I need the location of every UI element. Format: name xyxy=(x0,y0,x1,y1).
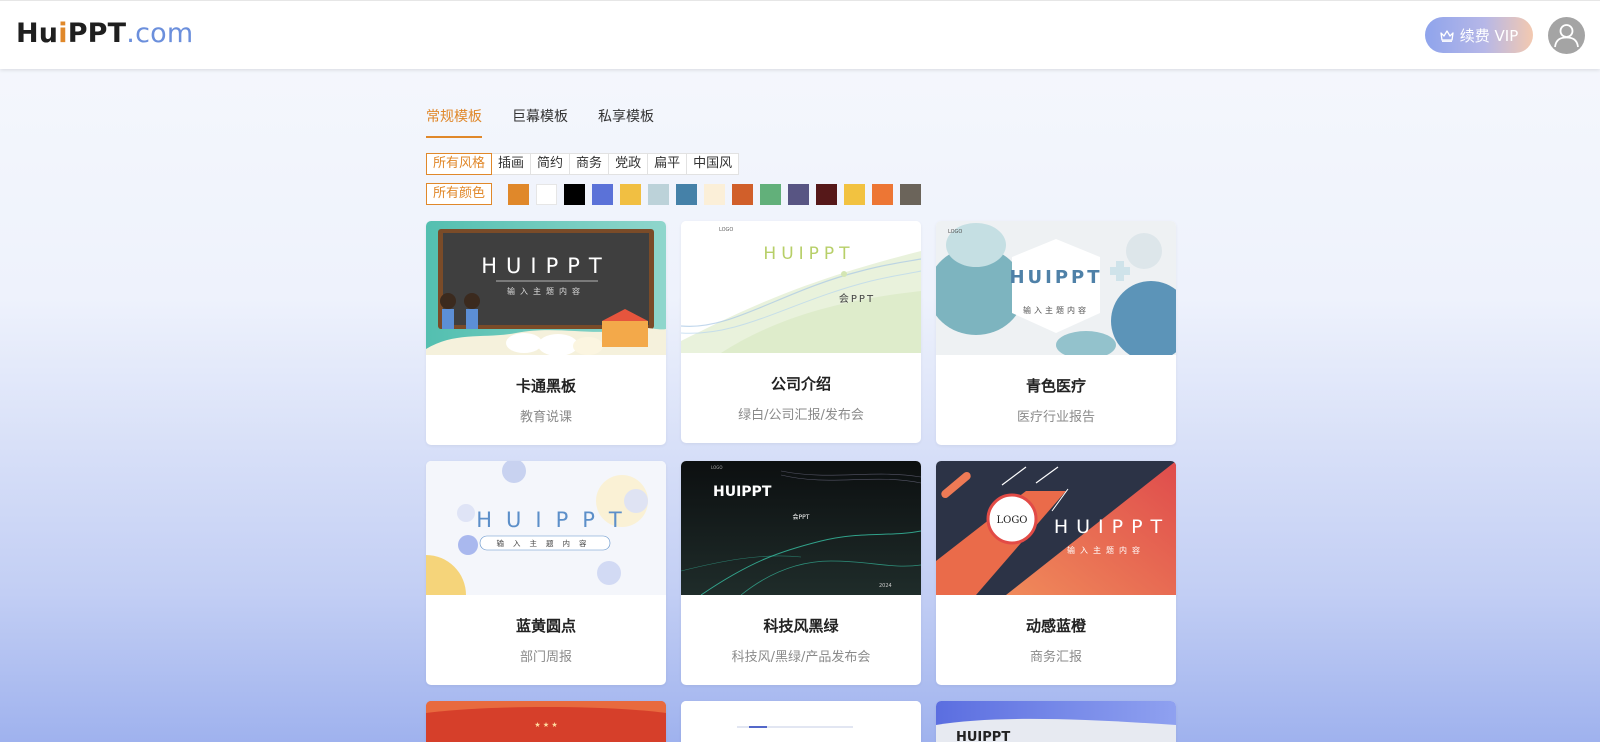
color-swatch[interactable] xyxy=(704,183,726,205)
color-swatch[interactable] xyxy=(676,183,698,205)
user-avatar[interactable] xyxy=(1548,17,1585,54)
thumb-logo: LOGO xyxy=(996,515,1027,526)
thumb-brand: HUIPPT xyxy=(956,730,1010,742)
thumb-brand: HUIPPT xyxy=(763,244,854,264)
style-filter-business[interactable]: 商务 xyxy=(570,153,610,175)
card-subtitle: 部门周报 xyxy=(519,650,572,665)
template-card-dynamic-blue-orange[interactable]: LOGO HUIPPT 输入主题内容 动感蓝橙 商务汇报 xyxy=(936,461,1176,685)
template-card-white-partial[interactable] xyxy=(681,701,921,742)
card-subtitle: 绿白/公司汇报/发布会 xyxy=(738,408,864,423)
card-subtitle: 医疗行业报告 xyxy=(1016,410,1095,425)
thumb-logo: LOGO xyxy=(948,229,962,235)
thumb-tagline: 输入主题内容 xyxy=(507,286,585,296)
logo-text-hu: Hu xyxy=(16,18,59,49)
card-title: 蓝黄圆点 xyxy=(515,617,576,635)
crown-icon xyxy=(1440,29,1454,42)
thumb-brand: HUIPPT xyxy=(713,484,772,500)
logo-text-i: i xyxy=(58,18,68,49)
thumb-tagline: 输入主题内容 xyxy=(1067,545,1145,555)
card-title: 公司介绍 xyxy=(770,375,831,393)
thumb-tagline: 会PPT xyxy=(793,513,810,521)
template-thumbnail: HUIPPT 会PPT LOGO 2024 xyxy=(681,461,921,595)
card-subtitle: 科技风/黑绿/产品发布会 xyxy=(731,650,871,665)
color-swatch[interactable] xyxy=(844,183,866,205)
renew-vip-button[interactable]: 续费 VIP xyxy=(1425,17,1533,53)
color-swatch[interactable] xyxy=(508,183,530,205)
card-title: 卡通黑板 xyxy=(515,377,576,395)
thumb-year: 2024 xyxy=(879,583,892,589)
template-tabs: 常规模板 巨幕模板 私享模板 xyxy=(426,106,654,138)
color-filter-row: 所有颜色 xyxy=(426,183,922,205)
template-thumbnail: LOGO HUIPPT 会PPT xyxy=(681,221,921,353)
thumb-brand: HUIPPT xyxy=(476,508,636,532)
template-thumbnail: HUIPPT 输入主题内容 xyxy=(426,221,666,355)
color-swatch[interactable] xyxy=(536,183,558,205)
logo-text-com: .com xyxy=(126,18,194,49)
renew-vip-label: 续费 VIP xyxy=(1459,26,1519,45)
thumb-tagline: 输入主题内容 xyxy=(1023,305,1089,315)
site-logo[interactable]: HuiPPT.com xyxy=(16,16,193,52)
template-card-company-intro[interactable]: LOGO HUIPPT 会PPT 公司介绍 绿白/公司汇报/发布会 xyxy=(681,221,921,443)
color-swatch[interactable] xyxy=(592,183,614,205)
template-thumbnail: ★ ★ ★ xyxy=(426,701,666,742)
card-title: 青色医疗 xyxy=(1025,377,1086,395)
template-card-blue-partial[interactable]: HUIPPT xyxy=(936,701,1176,742)
style-filter-row: 所有风格 插画 简约 商务 党政 扁平 中国风 xyxy=(426,153,740,175)
card-title: 科技风黑绿 xyxy=(763,617,839,635)
thumb-brand: HUIPPT xyxy=(481,254,611,278)
template-card-cartoon-blackboard[interactable]: HUIPPT 输入主题内容 卡通黑板 教育说课 xyxy=(426,221,666,445)
template-card-red-partial[interactable]: ★ ★ ★ xyxy=(426,701,666,742)
color-swatch[interactable] xyxy=(620,183,642,205)
style-filter-party-government[interactable]: 党政 xyxy=(609,153,649,175)
style-filter-illustration[interactable]: 插画 xyxy=(492,153,532,175)
thumb-tagline: 输入主题内容 xyxy=(497,538,596,548)
thumb-brand: HUIPPT xyxy=(1054,516,1170,538)
logo-text-ppt: PPT xyxy=(67,18,127,49)
thumb-tagline: 会PPT xyxy=(839,292,875,305)
tab-private-templates[interactable]: 私享模板 xyxy=(598,106,654,138)
template-thumbnail xyxy=(681,701,921,742)
style-filter-simple[interactable]: 简约 xyxy=(531,153,571,175)
color-swatch[interactable] xyxy=(900,183,922,205)
template-thumbnail: LOGO HUIPPT 输入主题内容 xyxy=(936,461,1176,595)
tab-regular-templates[interactable]: 常规模板 xyxy=(426,106,482,138)
template-thumbnail: HUIPPT 输入主题内容 xyxy=(426,461,666,595)
color-swatch-list xyxy=(500,183,922,205)
color-swatch[interactable] xyxy=(732,183,754,205)
color-swatch[interactable] xyxy=(760,183,782,205)
card-title: 动感蓝橙 xyxy=(1025,617,1086,635)
card-subtitle: 商务汇报 xyxy=(1029,650,1082,665)
color-swatch[interactable] xyxy=(872,183,894,205)
template-thumbnail: HUIPPT xyxy=(936,701,1176,742)
card-subtitle: 教育说课 xyxy=(519,410,572,425)
user-icon xyxy=(1554,24,1579,48)
top-header: HuiPPT.com 续费 VIP xyxy=(0,0,1600,69)
color-swatch[interactable] xyxy=(788,183,810,205)
style-filter-all[interactable]: 所有风格 xyxy=(426,153,493,175)
template-card-cyan-medical[interactable]: HUIPPT 输入主题内容 LOGO 青色医疗 医疗行业报告 xyxy=(936,221,1176,445)
color-swatch[interactable] xyxy=(816,183,838,205)
thumb-brand: HUIPPT xyxy=(1009,267,1102,288)
template-card-blue-yellow-dots[interactable]: HUIPPT 输入主题内容 蓝黄圆点 部门周报 xyxy=(426,461,666,685)
color-swatch[interactable] xyxy=(648,183,670,205)
template-thumbnail: HUIPPT 输入主题内容 LOGO xyxy=(936,221,1176,355)
star-icon: ★ ★ ★ xyxy=(534,721,557,729)
thumb-logo: LOGO xyxy=(719,227,733,233)
tab-giant-screen-templates[interactable]: 巨幕模板 xyxy=(512,106,568,138)
style-filter-chinese-style[interactable]: 中国风 xyxy=(687,153,740,175)
thumb-logo: LOGO xyxy=(711,465,722,470)
style-filter-flat[interactable]: 扁平 xyxy=(648,153,688,175)
color-swatch[interactable] xyxy=(564,183,586,205)
color-filter-all[interactable]: 所有颜色 xyxy=(426,183,493,205)
template-card-tech-black-green[interactable]: HUIPPT 会PPT LOGO 2024 科技风黑绿 科技风/黑绿/产品发布会 xyxy=(681,461,921,685)
